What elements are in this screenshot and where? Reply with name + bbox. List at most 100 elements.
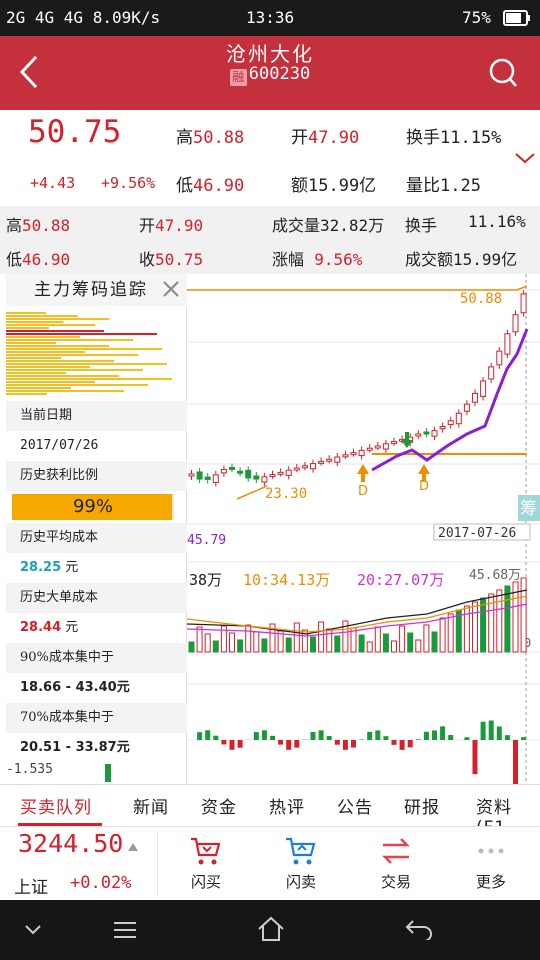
low-price-tag: 23.30: [265, 486, 307, 502]
close-icon[interactable]: [160, 278, 182, 300]
macd-bar: [391, 740, 397, 745]
volume-bar: [285, 637, 292, 653]
tab-announcements[interactable]: 公告: [337, 793, 373, 818]
menu-icon[interactable]: [112, 920, 138, 940]
macd-bar: [286, 740, 292, 750]
candle-body: [480, 380, 487, 397]
volume-bar: [253, 631, 260, 653]
candle-body: [229, 466, 235, 470]
candle-body: [301, 465, 308, 469]
candle-body: [245, 469, 252, 479]
chip-bar: [6, 372, 66, 374]
left-edge-value: 45.79: [187, 533, 226, 548]
swap-icon: [382, 838, 410, 864]
macd-bar: [221, 740, 227, 745]
divider: [157, 833, 158, 895]
tab-order-queue[interactable]: 买卖队列: [20, 793, 92, 818]
big-order-cost-row: 28.44 元: [20, 620, 79, 635]
volume-bar: [293, 622, 300, 653]
chevron-down-icon[interactable]: [24, 924, 42, 936]
tab-research[interactable]: 研报: [404, 793, 440, 818]
trade-button[interactable]: 交易: [356, 833, 436, 892]
kline-chart[interactable]: D D 50.88 23.30 筹 2017-07-26 45.79 38万 1…: [187, 274, 540, 784]
chip-bar: [6, 333, 157, 335]
candle-body: [488, 366, 495, 380]
candle-body: [431, 430, 438, 437]
macd-bar: [513, 740, 518, 784]
volume-bar: [431, 631, 438, 653]
price-change: +4.43: [30, 174, 76, 192]
volume-bar: [334, 635, 341, 653]
quote-high: 高50.88: [176, 128, 245, 148]
detail-close: 收50.75: [139, 250, 204, 269]
candle-body: [188, 473, 195, 477]
candle-body: [504, 333, 511, 355]
macd-bar: [472, 740, 478, 775]
volume-bar: [415, 639, 422, 653]
quote-open: 开47.90: [291, 128, 360, 148]
volume-ma10: 10:34.13万: [243, 571, 330, 589]
chip-bar: [6, 351, 85, 353]
quote-detail-bar: 高50.88 开47.90 成交量32.82万 换手 11.16% 低46.90…: [0, 206, 540, 274]
volume-bar: [245, 624, 252, 653]
macd-low-label: -1.535: [6, 762, 53, 777]
chevron-down-icon[interactable]: [514, 152, 536, 164]
home-icon[interactable]: [257, 916, 285, 942]
volume-bar: [326, 628, 333, 653]
stock-code: 600230: [248, 64, 311, 84]
macd-bar: [367, 731, 373, 740]
margin-badge-icon: 融: [229, 69, 247, 86]
price-change-pct: +9.56%: [101, 174, 156, 192]
signal-d-label-2: D: [419, 479, 429, 494]
flash-sell-button[interactable]: 闪卖: [261, 833, 341, 892]
battery-icon: [503, 10, 530, 26]
chip-bar: [6, 330, 104, 332]
bottom-toolbar: 3244.50 上证 +0.02% 闪买 闪卖 交易 更多: [0, 826, 540, 900]
high-price-tag: 50.88: [460, 291, 502, 307]
profit-ratio-bar: 99%: [12, 494, 174, 520]
profit-ratio-value: 99%: [72, 496, 113, 517]
profit-ratio-label: 历史获利比例: [6, 461, 187, 491]
macd-bar: [464, 737, 470, 740]
volume-bar: [261, 638, 268, 653]
macd-bar: [342, 740, 348, 750]
candle-body: [358, 449, 365, 457]
chip-bar: [6, 336, 80, 338]
candle-body: [350, 452, 357, 456]
tab-comments[interactable]: 热评: [269, 793, 305, 818]
macd-bar: [432, 730, 437, 740]
quote-vol-ratio: 量比1.25: [406, 176, 481, 196]
macd-bar: [488, 720, 494, 740]
chip-bar: [6, 393, 47, 395]
candle-body: [212, 474, 219, 483]
detail-open: 开47.90: [139, 216, 204, 235]
candle-body: [285, 469, 292, 476]
macd-bar: [448, 735, 454, 740]
tab-news[interactable]: 新闻: [133, 793, 169, 818]
detail-change: 涨幅 9.56%: [272, 250, 363, 269]
c70-label: 70%成本集中于: [6, 703, 187, 733]
volume-bar: [399, 625, 406, 653]
flash-buy-button[interactable]: 闪买: [166, 833, 246, 892]
candle-body: [463, 403, 470, 412]
macd-bar: [359, 739, 365, 740]
more-button[interactable]: 更多: [451, 833, 531, 892]
search-icon[interactable]: [488, 56, 518, 90]
macd-bar: [253, 732, 259, 740]
clock: 13:36: [246, 8, 295, 27]
candle-body: [277, 471, 284, 475]
index-value: 3244.50: [18, 829, 124, 858]
back-nav-icon[interactable]: [404, 918, 434, 940]
chip-bar: [6, 381, 95, 383]
chip-bar: [6, 384, 148, 386]
tab-funds[interactable]: 资金: [201, 793, 237, 818]
candle-body: [220, 468, 227, 474]
candle-body: [196, 471, 203, 480]
volume-bar: [358, 634, 365, 653]
chip-bar: [6, 369, 143, 371]
candle-body: [342, 454, 349, 458]
volume-bar: [204, 633, 211, 653]
candle-body: [334, 456, 341, 463]
volume-bar: [472, 601, 478, 653]
chip-bar: [6, 363, 167, 365]
